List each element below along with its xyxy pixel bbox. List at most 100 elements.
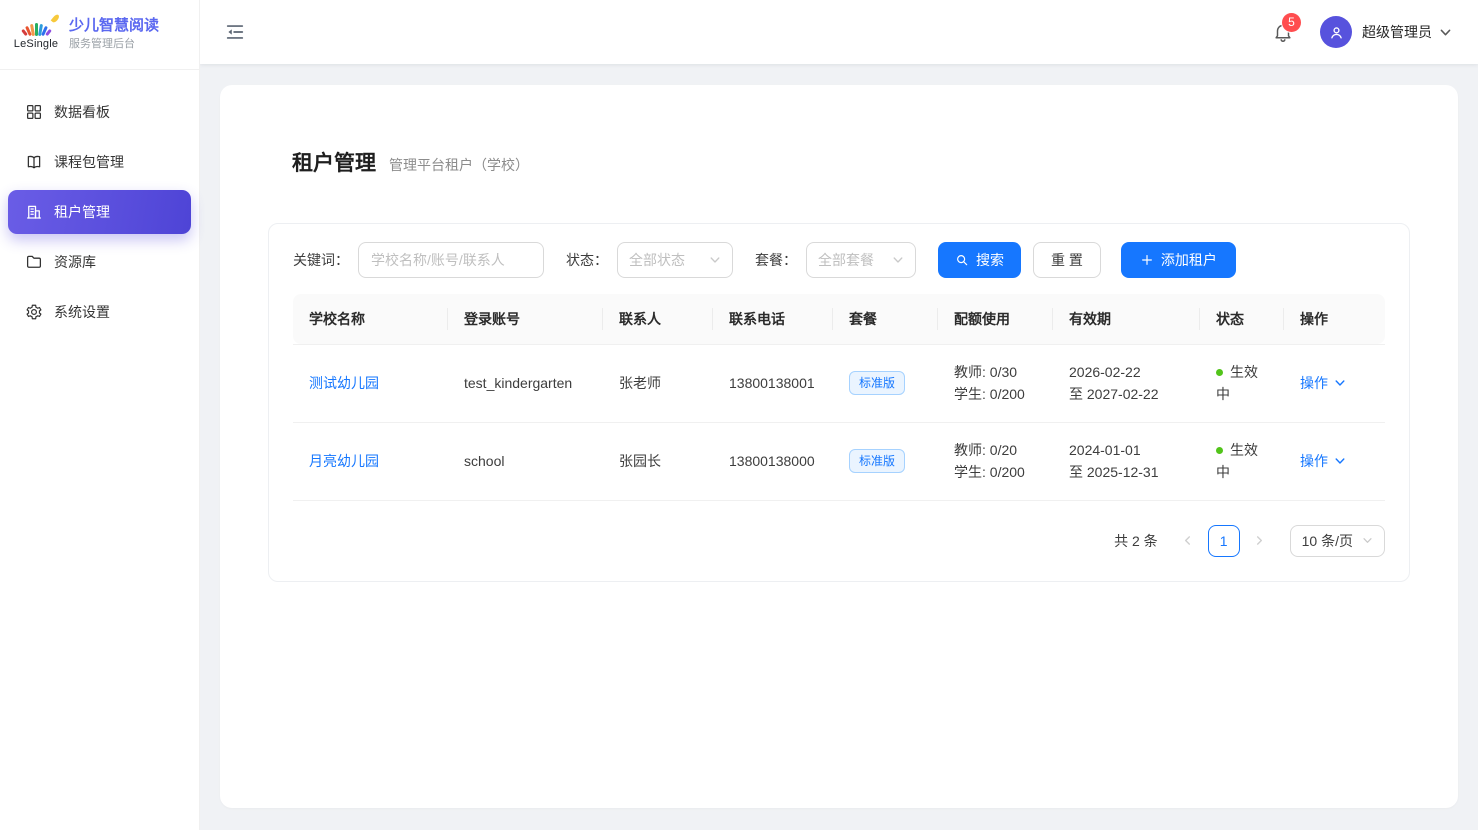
sidebar-collapse-icon[interactable] [224, 21, 246, 43]
notification-count-badge: 5 [1282, 13, 1301, 32]
col-login-account: 登录账号 [448, 294, 603, 344]
valid-to: 至 2025-12-31 [1069, 461, 1184, 483]
row-actions-label: 操作 [1300, 450, 1328, 472]
col-validity: 有效期 [1053, 294, 1200, 344]
package-select[interactable]: 全部套餐 [806, 242, 916, 278]
pagination-page-1[interactable]: 1 [1208, 525, 1240, 557]
package-select-value: 全部套餐 [818, 250, 874, 270]
page-card: 租户管理 管理平台租户（学校） 关键词： 状态： 全部状态 [220, 85, 1458, 808]
chevron-down-icon [1334, 455, 1346, 467]
col-actions: 操作 [1284, 294, 1385, 344]
sidebar-item-label: 系统设置 [54, 302, 110, 322]
notifications-button[interactable]: 5 [1272, 21, 1294, 43]
valid-to: 至 2027-02-22 [1069, 383, 1184, 405]
filter-bar: 关键词： 状态： 全部状态 套餐： 全部套餐 [293, 242, 1385, 278]
book-icon [25, 153, 43, 171]
status-select[interactable]: 全部状态 [617, 242, 733, 278]
table-header-row: 学校名称 登录账号 联系人 联系电话 套餐 配额使用 有效期 状态 操作 [293, 294, 1385, 344]
status-dot-icon [1216, 447, 1223, 454]
sidebar-item-label: 课程包管理 [54, 152, 124, 172]
logo: LeSingle 少儿智慧阅读 服务管理后台 [0, 0, 199, 70]
tenant-table: 学校名称 登录账号 联系人 联系电话 套餐 配额使用 有效期 状态 操作 [293, 294, 1385, 501]
username[interactable]: 超级管理员 [1362, 22, 1432, 42]
lesingle-logo-icon: LeSingle [12, 19, 60, 50]
package-label: 套餐： [755, 250, 797, 270]
col-contact: 联系人 [603, 294, 713, 344]
quota-teacher: 教师: 0/20 [954, 439, 1037, 461]
contact-phone: 13800138000 [713, 422, 833, 500]
topbar: 5 超级管理员 [200, 0, 1478, 64]
valid-from: 2026-02-22 [1069, 361, 1184, 383]
login-account: test_kindergarten [448, 344, 603, 422]
sidebar-item-dashboard[interactable]: 数据看板 [8, 90, 191, 134]
contact-name: 张园长 [603, 422, 713, 500]
row-actions-dropdown[interactable]: 操作 [1300, 450, 1346, 472]
page-size-value: 10 条/页 [1302, 531, 1353, 551]
reset-button[interactable]: 重 置 [1033, 242, 1101, 278]
sidebar-item-label: 数据看板 [54, 102, 110, 122]
school-name-link[interactable]: 月亮幼儿园 [309, 453, 379, 469]
col-school-name: 学校名称 [293, 294, 448, 344]
chevron-down-icon [1334, 377, 1346, 389]
pagination-total: 共 2 条 [1114, 531, 1158, 551]
package-badge: 标准版 [849, 449, 905, 473]
sidebar-item-settings[interactable]: 系统设置 [8, 290, 191, 334]
search-button-label: 搜索 [976, 250, 1004, 270]
contact-phone: 13800138001 [713, 344, 833, 422]
table-row: 测试幼儿园 test_kindergarten 张老师 13800138001 … [293, 344, 1385, 422]
keyword-input[interactable] [358, 242, 544, 278]
status-dot-icon [1216, 369, 1223, 376]
status-select-value: 全部状态 [629, 250, 685, 270]
page-subtitle: 管理平台租户（学校） [389, 155, 529, 175]
quota-teacher: 教师: 0/30 [954, 361, 1037, 383]
login-account: school [448, 422, 603, 500]
keyword-label: 关键词： [293, 250, 349, 270]
row-actions-label: 操作 [1300, 372, 1328, 394]
page-size-select[interactable]: 10 条/页 [1290, 525, 1385, 557]
sidebar-item-tenants[interactable]: 租户管理 [8, 190, 191, 234]
add-tenant-button[interactable]: 添加租户 [1121, 242, 1236, 278]
table-row: 月亮幼儿园 school 张园长 13800138000 标准版 教师: 0/2… [293, 422, 1385, 500]
chevron-down-icon[interactable] [1439, 26, 1452, 39]
package-badge: 标准版 [849, 371, 905, 395]
col-status: 状态 [1200, 294, 1284, 344]
quota-student: 学生: 0/200 [954, 383, 1037, 405]
search-icon [955, 253, 969, 267]
folder-icon [25, 253, 43, 271]
chevron-down-icon [709, 254, 721, 266]
school-name-link[interactable]: 测试幼儿园 [309, 375, 379, 391]
contact-name: 张老师 [603, 344, 713, 422]
user-avatar[interactable] [1320, 16, 1352, 48]
sidebar-item-resources[interactable]: 资源库 [8, 240, 191, 284]
reset-button-label: 重 置 [1051, 250, 1083, 270]
col-quota: 配额使用 [938, 294, 1053, 344]
quota-student: 学生: 0/200 [954, 461, 1037, 483]
sidebar-item-label: 租户管理 [54, 202, 110, 222]
tenant-panel: 关键词： 状态： 全部状态 套餐： 全部套餐 [268, 223, 1410, 582]
sidebar-item-label: 资源库 [54, 252, 96, 272]
brand-subtitle: 服务管理后台 [69, 38, 159, 52]
content-area: 租户管理 管理平台租户（学校） 关键词： 状态： 全部状态 [200, 64, 1478, 830]
logo-spark-icon [51, 13, 61, 23]
user-icon [1328, 24, 1345, 41]
valid-from: 2024-01-01 [1069, 439, 1184, 461]
building-icon [25, 203, 43, 221]
row-actions-dropdown[interactable]: 操作 [1300, 372, 1346, 394]
sidebar-item-course-packages[interactable]: 课程包管理 [8, 140, 191, 184]
dashboard-icon [25, 103, 43, 121]
sidebar: LeSingle 少儿智慧阅读 服务管理后台 数据看板 课程包管理 租户管理 资… [0, 0, 200, 830]
page-title: 租户管理 [292, 147, 376, 177]
chevron-down-icon [892, 254, 904, 266]
brand-title: 少儿智慧阅读 [69, 17, 159, 36]
gear-icon [25, 303, 43, 321]
chevron-right-icon [1254, 535, 1265, 546]
pagination: 共 2 条 1 10 条/页 [293, 525, 1385, 557]
logo-text: LeSingle [12, 38, 60, 50]
col-phone: 联系电话 [713, 294, 833, 344]
pagination-next-button[interactable] [1246, 525, 1274, 557]
search-button[interactable]: 搜索 [938, 242, 1021, 278]
plus-icon [1140, 253, 1154, 267]
chevron-down-icon [1362, 535, 1373, 546]
pagination-prev-button[interactable] [1174, 525, 1202, 557]
status-label: 状态： [566, 250, 608, 270]
